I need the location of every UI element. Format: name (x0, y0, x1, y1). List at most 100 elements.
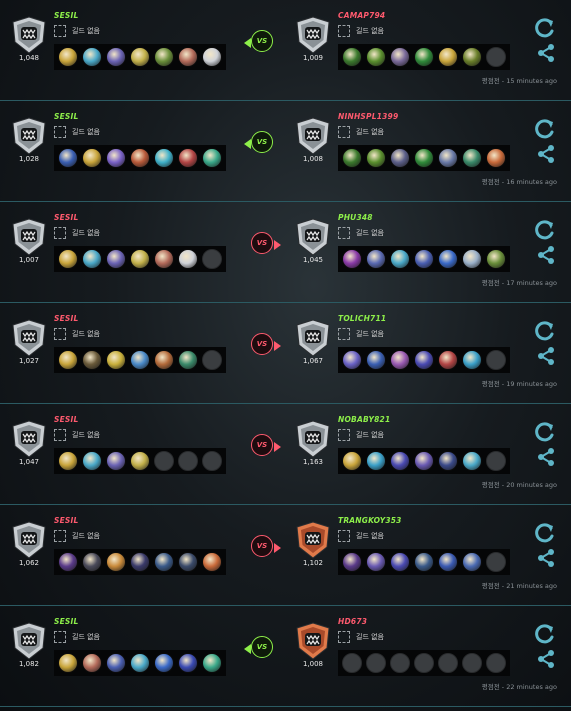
hero-portrait-icon[interactable] (82, 148, 102, 168)
player-name-link[interactable]: TOLICH711 (338, 314, 386, 323)
hero-portrait-icon[interactable] (130, 47, 150, 67)
share-icon[interactable] (536, 43, 556, 63)
player-name-link[interactable]: SESIL (54, 415, 79, 424)
hero-portrait-icon[interactable] (130, 451, 150, 471)
hero-portrait-icon[interactable] (202, 47, 222, 67)
hero-portrait-icon[interactable] (390, 148, 410, 168)
hero-portrait-icon[interactable] (366, 249, 386, 269)
hero-portrait-icon[interactable] (462, 47, 482, 67)
hero-portrait-icon[interactable] (58, 47, 78, 67)
hero-portrait-icon[interactable] (486, 148, 506, 168)
player-name-link[interactable]: TRANGKOY353 (338, 516, 402, 525)
hero-portrait-icon[interactable] (154, 350, 174, 370)
hero-portrait-icon[interactable] (342, 47, 362, 67)
hero-portrait-icon[interactable] (414, 148, 434, 168)
hero-portrait-icon[interactable] (130, 552, 150, 572)
hero-portrait-icon[interactable] (366, 148, 386, 168)
hero-portrait-icon[interactable] (154, 552, 174, 572)
hero-portrait-icon[interactable] (178, 47, 198, 67)
hero-portrait-icon[interactable] (106, 47, 126, 67)
hero-portrait-icon[interactable] (390, 350, 410, 370)
hero-portrait-icon[interactable] (178, 653, 198, 673)
hero-portrait-icon[interactable] (366, 552, 386, 572)
hero-portrait-icon[interactable] (342, 350, 362, 370)
hero-portrait-icon[interactable] (202, 552, 222, 572)
hero-portrait-icon[interactable] (390, 552, 410, 572)
hero-portrait-icon[interactable] (154, 47, 174, 67)
refresh-icon[interactable] (534, 623, 556, 645)
share-icon[interactable] (536, 144, 556, 164)
hero-portrait-icon[interactable] (82, 451, 102, 471)
player-name-link[interactable]: PHU348 (338, 213, 373, 222)
hero-portrait-icon[interactable] (154, 148, 174, 168)
hero-portrait-icon[interactable] (390, 451, 410, 471)
hero-portrait-icon[interactable] (130, 148, 150, 168)
hero-portrait-icon[interactable] (58, 350, 78, 370)
hero-portrait-icon[interactable] (58, 249, 78, 269)
refresh-icon[interactable] (534, 522, 556, 544)
hero-portrait-icon[interactable] (462, 350, 482, 370)
player-name-link[interactable]: SESIL (54, 112, 79, 121)
share-icon[interactable] (536, 447, 556, 467)
hero-portrait-icon[interactable] (462, 451, 482, 471)
hero-portrait-icon[interactable] (58, 451, 78, 471)
hero-portrait-icon[interactable] (82, 552, 102, 572)
hero-portrait-icon[interactable] (106, 552, 126, 572)
player-name-link[interactable]: SESIL (54, 314, 79, 323)
hero-portrait-icon[interactable] (82, 350, 102, 370)
hero-portrait-icon[interactable] (106, 350, 126, 370)
hero-portrait-icon[interactable] (58, 552, 78, 572)
hero-portrait-icon[interactable] (58, 653, 78, 673)
hero-portrait-icon[interactable] (390, 249, 410, 269)
hero-portrait-icon[interactable] (414, 451, 434, 471)
hero-portrait-icon[interactable] (414, 249, 434, 269)
hero-portrait-icon[interactable] (438, 148, 458, 168)
hero-portrait-icon[interactable] (342, 148, 362, 168)
hero-portrait-icon[interactable] (178, 249, 198, 269)
hero-portrait-icon[interactable] (202, 653, 222, 673)
refresh-icon[interactable] (534, 219, 556, 241)
hero-portrait-icon[interactable] (438, 249, 458, 269)
hero-portrait-icon[interactable] (154, 653, 174, 673)
hero-portrait-icon[interactable] (130, 653, 150, 673)
hero-portrait-icon[interactable] (82, 47, 102, 67)
hero-portrait-icon[interactable] (202, 148, 222, 168)
hero-portrait-icon[interactable] (106, 451, 126, 471)
hero-portrait-icon[interactable] (462, 148, 482, 168)
hero-portrait-icon[interactable] (390, 47, 410, 67)
hero-portrait-icon[interactable] (82, 653, 102, 673)
hero-portrait-icon[interactable] (130, 350, 150, 370)
hero-portrait-icon[interactable] (366, 350, 386, 370)
player-name-link[interactable]: NOBABY821 (338, 415, 390, 424)
hero-portrait-icon[interactable] (462, 249, 482, 269)
player-name-link[interactable]: SESIL (54, 213, 79, 222)
player-name-link[interactable]: CAMAP794 (338, 11, 385, 20)
hero-portrait-icon[interactable] (178, 148, 198, 168)
hero-portrait-icon[interactable] (106, 653, 126, 673)
hero-portrait-icon[interactable] (414, 47, 434, 67)
hero-portrait-icon[interactable] (342, 552, 362, 572)
hero-portrait-icon[interactable] (438, 350, 458, 370)
hero-portrait-icon[interactable] (438, 552, 458, 572)
hero-portrait-icon[interactable] (438, 451, 458, 471)
hero-portrait-icon[interactable] (106, 249, 126, 269)
hero-portrait-icon[interactable] (178, 350, 198, 370)
player-name-link[interactable]: SESIL (54, 516, 79, 525)
player-name-link[interactable]: SESIL (54, 11, 79, 20)
hero-portrait-icon[interactable] (178, 552, 198, 572)
hero-portrait-icon[interactable] (154, 249, 174, 269)
hero-portrait-icon[interactable] (414, 552, 434, 572)
refresh-icon[interactable] (534, 17, 556, 39)
share-icon[interactable] (536, 245, 556, 265)
refresh-icon[interactable] (534, 320, 556, 342)
player-name-link[interactable]: HD673 (338, 617, 367, 626)
refresh-icon[interactable] (534, 421, 556, 443)
hero-portrait-icon[interactable] (342, 451, 362, 471)
hero-portrait-icon[interactable] (58, 148, 78, 168)
player-name-link[interactable]: SESIL (54, 617, 79, 626)
hero-portrait-icon[interactable] (82, 249, 102, 269)
hero-portrait-icon[interactable] (366, 47, 386, 67)
hero-portrait-icon[interactable] (106, 148, 126, 168)
hero-portrait-icon[interactable] (342, 249, 362, 269)
share-icon[interactable] (536, 548, 556, 568)
